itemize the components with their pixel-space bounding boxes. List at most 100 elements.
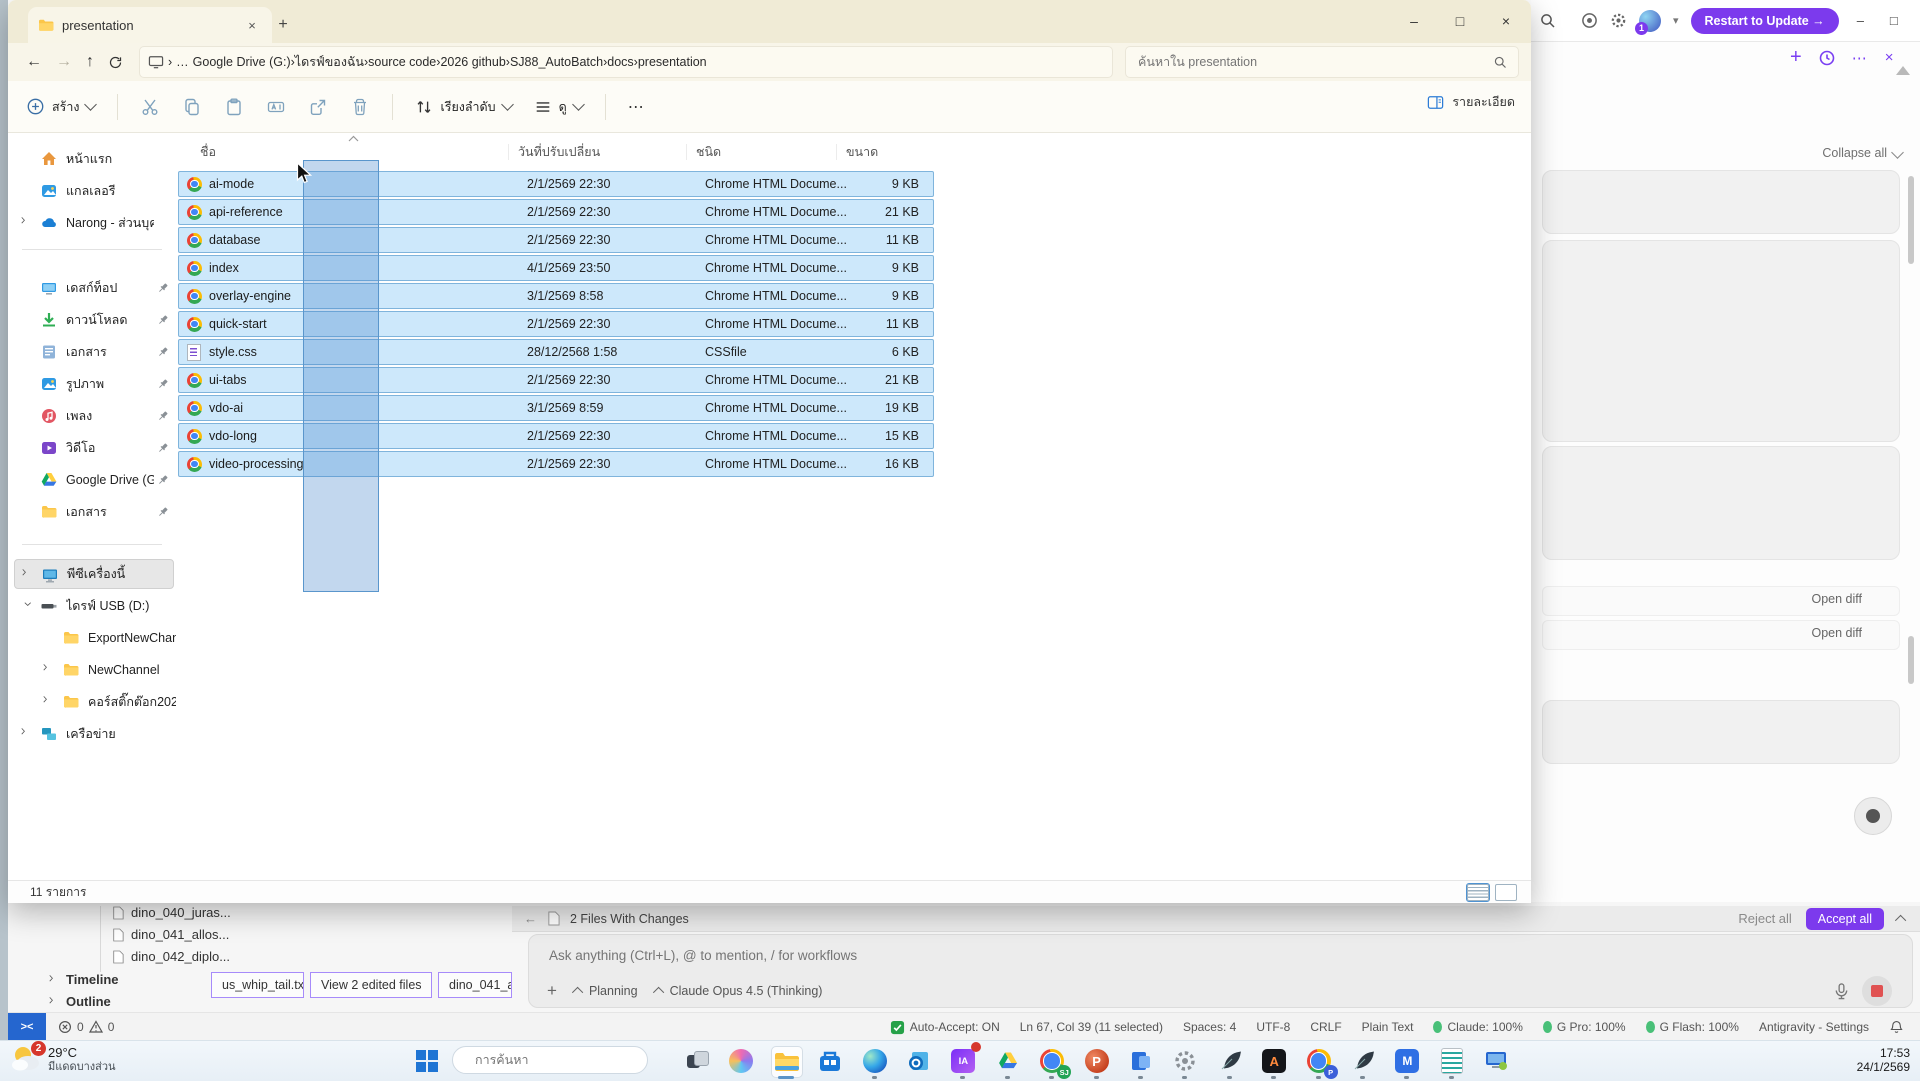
taskbar-icon-sharepoint[interactable] [1126, 1046, 1156, 1076]
reject-all-button[interactable]: Reject all [1738, 911, 1791, 926]
sidebar-item[interactable]: NewChannel [14, 655, 174, 685]
restart-update-button[interactable]: Restart to Update → [1691, 8, 1839, 34]
accept-all-button[interactable]: Accept all [1806, 908, 1884, 930]
details-pane-button[interactable]: รายละเอียด [1426, 92, 1515, 112]
breadcrumb[interactable]: › … Google Drive (G:)›ไดรฟ์ของฉัน›source… [139, 46, 1113, 78]
sidebar-item[interactable]: เอกสาร [14, 497, 174, 527]
scrollbar[interactable] [1908, 176, 1914, 264]
taskbar-icon-chrome-sj[interactable]: SJ [1037, 1046, 1067, 1076]
sidebar-item[interactable]: แกลเลอรี [14, 176, 174, 206]
sidebar-item[interactable]: ExportNewChanel [14, 623, 174, 653]
column-type[interactable]: ชนิด [696, 142, 721, 162]
taskbar-icon-antigravity[interactable]: A [1259, 1046, 1289, 1076]
problems-indicator[interactable]: 0 0 [58, 1020, 114, 1034]
forward-button[interactable]: → [56, 53, 72, 71]
rename-button[interactable] [266, 97, 286, 117]
delete-button[interactable] [350, 97, 370, 117]
search-icon[interactable] [1493, 55, 1508, 70]
table-row[interactable]: overlay-engine3/1/2569 8:58Chrome HTML D… [178, 283, 934, 309]
explorer-search[interactable] [1125, 46, 1519, 78]
refresh-button[interactable] [108, 55, 123, 70]
back-icon[interactable]: ← [524, 911, 537, 926]
taskbar-icon-quill2[interactable] [1348, 1046, 1378, 1076]
maximize-button[interactable]: □ [1437, 0, 1483, 42]
taskbar-icon-copilot[interactable] [726, 1046, 756, 1076]
copy-button[interactable] [182, 97, 202, 117]
taskbar-clock[interactable]: 17:53 24/1/2569 [1857, 1046, 1910, 1074]
open-diff-link[interactable]: Open diff [1811, 592, 1862, 606]
chevron-down-icon[interactable]: ▾ [1673, 14, 1679, 27]
taskbar-icon-m-app[interactable]: M [1392, 1046, 1422, 1076]
remote-indicator[interactable]: >< [8, 1013, 46, 1041]
search-icon[interactable] [1539, 12, 1557, 30]
tree-file-item[interactable]: dino_040_juras... [112, 905, 231, 920]
history-icon[interactable] [1818, 49, 1836, 67]
browser-icon[interactable] [1581, 12, 1598, 29]
chevron-right-icon[interactable] [40, 695, 54, 709]
cut-button[interactable] [140, 97, 160, 117]
close-tab-icon[interactable]: × [242, 18, 262, 33]
taskbar-search[interactable] [452, 1046, 648, 1074]
chevron-right-icon[interactable] [18, 727, 32, 741]
sidebar-item[interactable]: เดสก์ท็อป [14, 273, 174, 303]
sidebar-item[interactable]: Narong - ส่วนบุคคล [14, 208, 174, 238]
editor-maximize-button[interactable]: □ [1890, 13, 1898, 28]
tree-file-item[interactable]: dino_041_allos... [112, 927, 229, 942]
status-item[interactable]: Plain Text [1362, 1020, 1414, 1034]
taskbar-icon-notepad[interactable] [1437, 1046, 1467, 1076]
share-button[interactable] [308, 97, 328, 117]
table-row[interactable]: style.css28/12/2568 1:58CSSfile6 KB [178, 339, 934, 365]
agent-avatar-button[interactable] [1854, 797, 1892, 835]
open-diff-link[interactable]: Open diff [1811, 626, 1862, 640]
taskbar-icon-task-view[interactable] [682, 1046, 712, 1076]
taskbar-icon-powerpoint[interactable]: P [1082, 1046, 1112, 1076]
new-button[interactable]: สร้าง [26, 97, 95, 117]
breadcrumb-item[interactable]: Google Drive (G:) [193, 55, 291, 69]
chevron-up-icon[interactable] [1895, 914, 1906, 925]
attach-plus-icon[interactable]: + [547, 981, 557, 1001]
explorer-titlebar[interactable]: presentation × + – □ × [8, 0, 1531, 43]
minimize-button[interactable]: – [1391, 0, 1437, 42]
weather-text[interactable]: 29°C มีแดดบางส่วน [48, 1045, 116, 1075]
back-button[interactable]: ← [26, 53, 42, 71]
agent-card[interactable] [1542, 446, 1900, 560]
status-item[interactable]: UTF-8 [1256, 1020, 1290, 1034]
taskbar-icon-quill[interactable] [1215, 1046, 1245, 1076]
tree-file-item[interactable]: dino_042_diplo... [112, 949, 230, 964]
tree-section-timeline[interactable]: Timeline [46, 972, 119, 987]
gear-icon[interactable] [1610, 12, 1627, 29]
files-with-changes-bar[interactable]: ← 2 Files With Changes Reject all Accept… [512, 906, 1920, 932]
column-date[interactable]: วันที่ปรับเปลี่ยน [518, 142, 600, 162]
status-item[interactable]: Spaces: 4 [1183, 1020, 1236, 1034]
table-row[interactable]: api-reference2/1/2569 22:30Chrome HTML D… [178, 199, 934, 225]
breadcrumb-item[interactable]: presentation [638, 55, 707, 69]
chat-input-card[interactable]: + Planning Claude Opus 4.5 (Thinking) [528, 934, 1913, 1008]
weather-widget[interactable]: 2 [10, 1044, 44, 1076]
up-button[interactable]: ↑ [86, 53, 94, 71]
sidebar-item[interactable]: เอกสาร [14, 337, 174, 367]
taskbar-icon-outlook[interactable] [904, 1046, 934, 1076]
agent-card[interactable] [1542, 240, 1900, 442]
editor-tab[interactable]: us_whip_tail.txt [211, 972, 304, 998]
status-item[interactable]: G Pro: 100% [1543, 1020, 1626, 1034]
large-icons-view-toggle[interactable] [1495, 884, 1517, 901]
mode-selector[interactable]: Planning [575, 984, 638, 998]
table-row[interactable]: database2/1/2569 22:30Chrome HTML Docume… [178, 227, 934, 253]
sidebar-item[interactable]: Google Drive (G: [14, 465, 174, 495]
new-chat-icon[interactable]: + [1790, 46, 1802, 69]
breadcrumb-item[interactable]: ไดรฟ์ของฉัน [295, 52, 364, 72]
breadcrumb-item[interactable]: docs [607, 55, 633, 69]
taskbar-icon-ia-app[interactable]: IA [948, 1046, 978, 1076]
status-item[interactable]: Ln 67, Col 39 (11 selected) [1020, 1020, 1163, 1034]
sidebar-item[interactable]: ไดรฟ์ USB (D:) [14, 591, 174, 621]
chevron-right-icon[interactable] [18, 216, 32, 230]
view-button[interactable]: ดู [534, 97, 583, 117]
sidebar-item[interactable]: ดาวน์โหลด [14, 305, 174, 335]
status-item[interactable]: Auto-Accept: ON [890, 1020, 1000, 1035]
start-button[interactable] [416, 1050, 438, 1072]
sidebar-item[interactable]: คอร์สติ๊กต๊อก2026 [14, 687, 174, 717]
table-row[interactable]: vdo-long2/1/2569 22:30Chrome HTML Docume… [178, 423, 934, 449]
table-row[interactable]: index4/1/2569 23:50Chrome HTML Docume...… [178, 255, 934, 281]
breadcrumb-item[interactable]: 2026 github [440, 55, 505, 69]
taskbar-icon-chrome-p2[interactable]: P [1304, 1046, 1334, 1076]
